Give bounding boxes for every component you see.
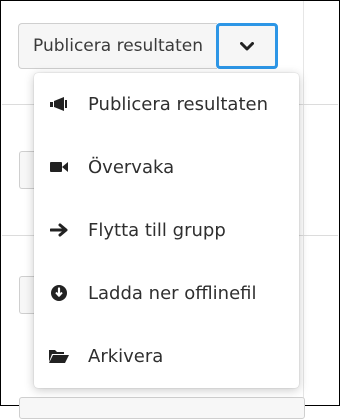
background-divider bbox=[303, 1, 304, 405]
actions-dropdown-menu: Publicera resultaten Övervaka Flytta til… bbox=[34, 73, 299, 388]
video-camera-icon bbox=[49, 158, 69, 176]
download-circle-icon bbox=[49, 284, 69, 302]
menu-item-label: Ladda ner offlinefil bbox=[88, 282, 257, 304]
publish-results-button[interactable]: Publicera resultaten bbox=[18, 23, 217, 69]
menu-item-archive[interactable]: Arkivera bbox=[34, 336, 299, 376]
menu-item-move-to-group[interactable]: Flytta till grupp bbox=[34, 210, 299, 250]
menu-item-label: Flytta till grupp bbox=[88, 219, 226, 241]
menu-item-label: Arkivera bbox=[88, 345, 164, 367]
menu-item-publish-results[interactable]: Publicera resultaten bbox=[34, 84, 299, 124]
chevron-down-icon bbox=[240, 37, 254, 56]
menu-item-label: Publicera resultaten bbox=[88, 93, 268, 115]
megaphone-icon bbox=[49, 95, 69, 113]
publish-results-button-label: Publicera resultaten bbox=[33, 36, 203, 56]
background-button bbox=[19, 397, 305, 419]
dropdown-toggle-button[interactable] bbox=[216, 23, 278, 69]
folder-open-icon bbox=[49, 347, 69, 365]
menu-item-monitor[interactable]: Övervaka bbox=[34, 147, 299, 187]
publish-split-button: Publicera resultaten bbox=[18, 23, 278, 69]
arrow-right-icon bbox=[49, 221, 69, 239]
menu-item-download-offline-file[interactable]: Ladda ner offlinefil bbox=[34, 273, 299, 313]
menu-item-label: Övervaka bbox=[88, 156, 175, 178]
